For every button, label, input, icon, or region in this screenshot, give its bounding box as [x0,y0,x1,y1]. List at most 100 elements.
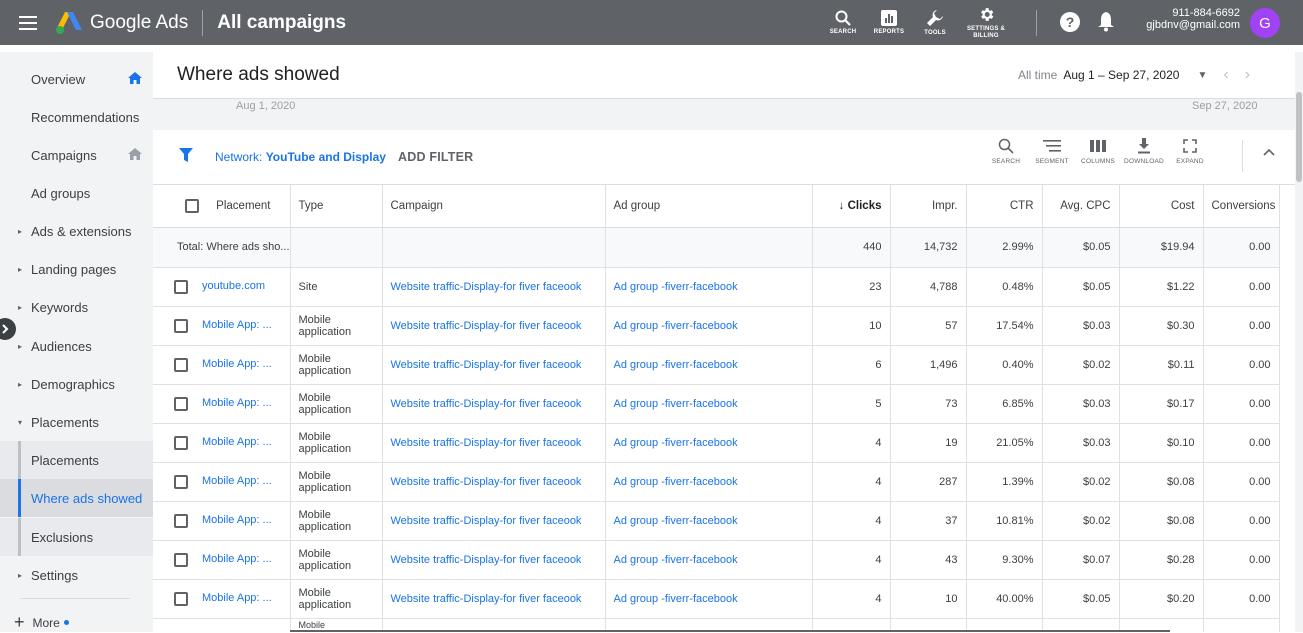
table-search-button[interactable]: SEARCH [983,138,1029,165]
account-info[interactable]: 911-884-6692 gjbdnv@gmail.com [1120,7,1240,31]
filter-icon[interactable] [179,148,193,162]
cost-cell: $0.17 [1119,384,1204,424]
ad-group-link[interactable]: Ad group -fiverr-facebook [605,579,813,619]
ad-group-column-header[interactable]: Ad group [605,185,813,228]
placement-link[interactable]: youtube.com [202,280,265,292]
clicks-column-header[interactable]: ↓ Clicks [812,185,891,228]
select-all-checkbox[interactable] [184,198,199,213]
previous-period-chevron-icon[interactable]: ‹ [1223,66,1228,84]
clicks-cell: 23 [812,267,891,307]
row-checkbox[interactable] [174,474,188,489]
placement-link[interactable]: Mobile App: ... [202,436,272,448]
settings-billing-button[interactable]: SETTINGS & BILLING [958,0,1014,45]
tools-tool-label: TOOLS [924,29,946,36]
nav-item-landing-pages[interactable]: ▸ Landing pages [0,250,153,288]
nav-item-settings[interactable]: ▸ Settings [0,556,153,594]
row-checkbox[interactable] [174,552,188,567]
nav-item-demographics[interactable]: ▸ Demographics [0,365,153,403]
placement-cell: Mobile App: ... [153,306,291,346]
top-tools: SEARCH REPORTS TOOLS SETTINGS & BILLING [820,0,1014,45]
ad-group-link[interactable]: Ad group -fiverr-facebook [605,345,813,385]
row-checkbox[interactable] [174,591,188,606]
nav-subitem-where-ads-showed[interactable]: Where ads showed [0,479,153,517]
avatar[interactable]: G [1250,8,1280,38]
collapse-chevron-up-icon[interactable] [1263,148,1275,156]
placement-link[interactable]: Mobile App: ... [202,397,272,409]
download-button[interactable]: DOWNLOAD [1121,138,1167,165]
ad-group-link[interactable]: Ad group -fiverr-facebook [605,462,813,502]
home-icon [128,148,142,160]
reports-tool-button[interactable]: REPORTS [866,0,912,45]
ctr-column-header[interactable]: CTR [966,185,1043,228]
placement-link[interactable]: Mobile App: ... [202,553,272,565]
nav-more-button[interactable]: + More [14,612,69,633]
avg-cpc-cell: $0.03 [1042,384,1120,424]
network-filter-chip[interactable]: Network: YouTube and Display [215,150,386,164]
placement-link[interactable]: Mobile App: ... [202,475,272,487]
row-checkbox[interactable] [174,396,188,411]
tools-tool-button[interactable]: TOOLS [912,0,958,45]
segment-button[interactable]: SEGMENT [1029,138,1075,165]
row-checkbox[interactable] [174,279,188,294]
campaign-link[interactable]: Website traffic-Display-for fiver faceoo… [382,579,606,619]
row-checkbox[interactable] [174,435,188,450]
nav-item-ads-extensions[interactable]: ▸ Ads & extensions [0,212,153,250]
google-ads-logo[interactable]: Google Ads [56,0,188,45]
row-checkbox[interactable] [174,318,188,333]
campaign-link[interactable]: Website traffic-Display-for fiver faceoo… [382,462,606,502]
add-filter-button[interactable]: ADD FILTER [398,150,473,164]
campaign-link[interactable]: Website traffic-Display-for fiver faceoo… [382,306,606,346]
ad-group-link[interactable]: Ad group -fiverr-facebook [605,501,813,541]
campaign-link[interactable]: Website traffic-Display-for fiver faceoo… [382,267,606,307]
placement-link[interactable]: Mobile App: ... [202,319,272,331]
placement-column-header[interactable]: Placement [153,185,291,228]
ad-group-link[interactable]: Ad group -fiverr-facebook [605,540,813,580]
help-icon[interactable]: ? [1060,12,1080,37]
conversions-cell: 0.00 [1203,540,1280,580]
nav-subitem-placements[interactable]: Placements [0,441,153,479]
campaign-column-header[interactable]: Campaign [382,185,606,228]
nav-item-keywords[interactable]: ▸ Keywords [0,288,153,326]
row-checkbox[interactable] [174,357,188,372]
conversions-column-header[interactable]: Conversions [1203,185,1280,228]
nav-item-ad-groups[interactable]: Ad groups [0,174,153,212]
ad-group-link[interactable]: Ad group -fiverr-facebook [605,306,813,346]
cost-column-header[interactable]: Cost [1119,185,1204,228]
campaign-link[interactable]: Website traffic-Display-for fiver faceoo… [382,501,606,541]
nav-item-placements-group[interactable]: ▾ Placements [0,403,153,441]
type-line-1: Mobile [298,391,331,404]
nav-item-audiences[interactable]: ▸ Audiences [0,327,153,365]
campaign-link[interactable]: Website traffic-Display-for fiver faceoo… [382,540,606,580]
nav-item-overview[interactable]: Overview [0,60,153,98]
campaign-link[interactable]: Website traffic-Display-for fiver faceoo… [382,345,606,385]
placement-link[interactable]: Mobile App: ... [202,514,272,526]
nav-item-recommendations[interactable]: Recommendations [0,98,153,136]
account-scope-title[interactable]: All campaigns [217,12,346,34]
nav-item-campaigns[interactable]: Campaigns [0,136,153,174]
columns-button[interactable]: COLUMNS [1075,138,1121,165]
search-tool-button[interactable]: SEARCH [820,0,866,45]
download-label: DOWNLOAD [1124,158,1164,165]
placement-link[interactable]: Mobile App: ... [202,358,272,370]
notifications-bell-icon[interactable] [1098,12,1114,37]
expand-button[interactable]: EXPAND [1167,138,1213,165]
avg-cpc-column-header[interactable]: Avg. CPC [1042,185,1120,228]
type-column-header[interactable]: Type [290,185,383,228]
dropdown-arrow-icon[interactable]: ▼ [1197,70,1207,81]
row-checkbox[interactable] [174,513,188,528]
vertical-scrollbar[interactable] [1295,52,1303,632]
date-range-picker[interactable]: All time Aug 1 – Sep 27, 2020 ▼ ‹ › [1018,66,1250,84]
impr-column-header[interactable]: Impr. [890,185,967,228]
nav-subitem-exclusions[interactable]: Exclusions [0,518,153,556]
placement-link[interactable]: Mobile App: ... [202,592,272,604]
hamburger-menu-icon[interactable] [0,0,56,45]
next-period-chevron-icon[interactable]: › [1245,66,1250,84]
ad-group-link[interactable]: Ad group -fiverr-facebook [605,423,813,463]
campaign-link[interactable]: Website traffic-Display-for fiver faceoo… [382,384,606,424]
nav-item-label: Placements [31,414,99,430]
ad-group-link[interactable]: Ad group -fiverr-facebook [605,384,813,424]
scrollbar-thumb[interactable] [1296,92,1302,182]
ad-group-link[interactable]: Ad group -fiverr-facebook [605,267,813,307]
nav-item-label: Keywords [31,299,89,315]
campaign-link[interactable]: Website traffic-Display-for fiver faceoo… [382,423,606,463]
